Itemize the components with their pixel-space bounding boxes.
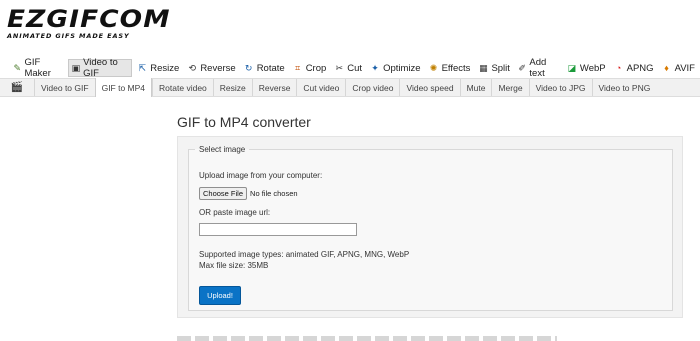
subnav-item-crop-video[interactable]: Crop video bbox=[345, 79, 399, 96]
subnav-item-mute[interactable]: Mute bbox=[459, 79, 492, 96]
no-file-text: No file chosen bbox=[250, 189, 298, 198]
subnav-item-video-to-jpg[interactable]: Video to JPG bbox=[528, 79, 592, 96]
optimize-icon: ✦ bbox=[371, 63, 379, 73]
nav-item-gif-maker[interactable]: ✎ GIF Maker bbox=[10, 57, 66, 79]
nav-item-video-to-gif[interactable]: ▣ Video to GIF bbox=[67, 57, 133, 79]
nav-item-label: GIF Maker bbox=[24, 57, 51, 79]
nav-item-add-text[interactable]: ✐ Add text bbox=[515, 57, 562, 79]
crop-icon: ⌗ bbox=[295, 63, 301, 73]
nav-item-label: Optimize bbox=[383, 62, 421, 74]
page-title: GIF to MP4 converter bbox=[177, 114, 311, 130]
nav-item-label: Cut bbox=[347, 62, 363, 74]
url-label: OR paste image url: bbox=[199, 208, 271, 217]
sub-nav: 🎬 Video to GIF GIF to MP4 Rotate video Resi… bbox=[0, 78, 700, 97]
add-text-icon: ✐ bbox=[518, 63, 526, 73]
nav-item-label: APNG bbox=[626, 62, 654, 74]
subnav-item-video-speed[interactable]: Video speed bbox=[399, 79, 459, 96]
fieldset-legend: Select image bbox=[199, 145, 246, 154]
nav-item-optimize[interactable]: ✦ Optimize bbox=[367, 59, 423, 77]
nav-item-label: AVIF bbox=[674, 62, 695, 74]
logo-wordmark: EZGIFCOM bbox=[7, 5, 171, 33]
resize-icon: ⇱ bbox=[138, 63, 147, 73]
nav-item-label: Effects bbox=[441, 62, 471, 74]
nav-item-label: Crop bbox=[305, 62, 327, 74]
subnav-item-video-to-gif[interactable]: Video to GIF bbox=[34, 79, 95, 96]
nav-item-label: Split bbox=[491, 62, 510, 74]
gif-maker-icon: ✎ bbox=[13, 63, 22, 73]
upload-button[interactable]: Upload! bbox=[199, 286, 241, 305]
site-logo[interactable]: EZGIFCOM ANIMATED GIFS MADE EASY bbox=[7, 7, 169, 40]
max-file-size-text: Max file size: 35MB bbox=[199, 261, 269, 270]
subnav-item-cut-video[interactable]: Cut video bbox=[296, 79, 345, 96]
video-to-gif-icon: ▣ bbox=[71, 63, 81, 73]
nav-item-crop[interactable]: ⌗ Crop bbox=[290, 59, 330, 77]
nav-item-label: Rotate bbox=[256, 62, 285, 74]
subnav-item-reverse[interactable]: Reverse bbox=[251, 79, 297, 96]
subnav-item-video-to-png[interactable]: Video to PNG bbox=[591, 79, 657, 96]
choose-file-button[interactable]: Choose File bbox=[199, 187, 248, 200]
apng-icon: ◔ bbox=[615, 63, 622, 73]
nav-item-label: WebP bbox=[579, 62, 606, 74]
upload-panel: Select image Upload image from your comp… bbox=[177, 136, 683, 318]
subnav-item-gif-to-mp4[interactable]: GIF to MP4 bbox=[94, 78, 153, 97]
nav-item-effects[interactable]: ✺ Effects bbox=[426, 59, 474, 77]
subnav-item-resize[interactable]: Resize bbox=[212, 79, 252, 96]
nav-item-webp[interactable]: ◪ WebP bbox=[564, 59, 609, 77]
film-icon: 🎬 bbox=[10, 82, 24, 93]
rotate-icon: ↻ bbox=[244, 63, 253, 73]
webp-icon: ◪ bbox=[567, 63, 577, 73]
clipped-text-line bbox=[177, 336, 557, 341]
nav-item-split[interactable]: ▦ Split bbox=[475, 59, 512, 77]
logo-tagline: ANIMATED GIFS MADE EASY bbox=[7, 32, 130, 40]
nav-item-cut[interactable]: ✂ Cut bbox=[331, 59, 365, 77]
subnav-item-merge[interactable]: Merge bbox=[491, 79, 528, 96]
split-icon: ▦ bbox=[479, 63, 488, 73]
nav-item-rotate[interactable]: ↻ Rotate bbox=[241, 59, 288, 77]
select-image-fieldset: Select image Upload image from your comp… bbox=[188, 145, 673, 311]
effects-icon: ✺ bbox=[429, 63, 438, 73]
cut-icon: ✂ bbox=[335, 63, 344, 73]
reverse-icon: ⟲ bbox=[188, 63, 197, 73]
supported-types-text: Supported image types: animated GIF, APN… bbox=[199, 250, 410, 259]
nav-item-apng[interactable]: ◔ APNG bbox=[611, 59, 657, 77]
file-picker: Choose File No file chosen bbox=[199, 187, 298, 200]
nav-item-label: Video to GIF bbox=[83, 57, 118, 79]
subnav-item-rotate-video[interactable]: Rotate video bbox=[152, 79, 213, 96]
main-nav: ✎ GIF Maker ▣ Video to GIF ⇱ Resize ⟲ Reverse ↻ R… bbox=[0, 57, 700, 79]
nav-item-label: Resize bbox=[150, 62, 180, 74]
nav-item-label: Reverse bbox=[200, 62, 236, 74]
nav-item-reverse[interactable]: ⟲ Reverse bbox=[184, 59, 238, 77]
upload-label: Upload image from your computer: bbox=[199, 171, 323, 180]
nav-item-resize[interactable]: ⇱ Resize bbox=[134, 59, 182, 77]
nav-item-avif[interactable]: ♦ AVIF bbox=[659, 59, 698, 77]
image-url-input[interactable] bbox=[199, 223, 357, 236]
nav-item-label: Add text bbox=[529, 57, 547, 79]
avif-icon: ♦ bbox=[664, 63, 669, 73]
